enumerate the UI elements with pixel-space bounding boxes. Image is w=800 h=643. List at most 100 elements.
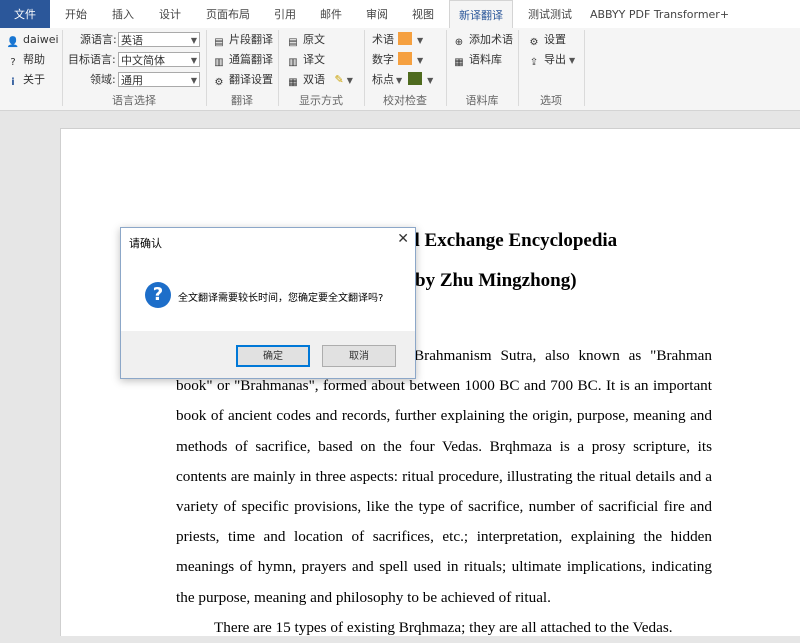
original-text-icon: ▤	[288, 37, 298, 48]
term-color-swatch	[398, 32, 412, 45]
full-translate-button[interactable]: ▥ 通篇翻译	[212, 52, 273, 68]
add-term-button[interactable]: ⊕ 添加术语	[452, 32, 513, 48]
chevron-down-icon: ▼	[427, 76, 434, 85]
group-label-language: 语言选择	[112, 94, 156, 107]
document-icon: ▤	[214, 37, 224, 48]
corpus-library-label: 语料库	[469, 53, 502, 66]
help-label: 帮助	[23, 53, 45, 66]
display-bilingual-button[interactable]: ▦ 双语 ✎ ▼	[286, 72, 353, 88]
chevron-down-icon: ▼	[190, 56, 197, 65]
tab-mailings[interactable]: 邮件	[311, 0, 351, 28]
confirm-dialog: 请确认 ✕ ? 全文翻译需要较长时间，您确定要全文翻译吗? 确定 取消	[120, 227, 416, 379]
group-label-display: 显示方式	[299, 94, 343, 107]
tab-page-layout[interactable]: 页面布局	[198, 0, 258, 28]
document-paragraph-2: There are 15 types of existing Brqhmaza;…	[214, 619, 673, 636]
domain-label: 领域:	[90, 73, 116, 86]
options-settings-button[interactable]: ⚙ 设置	[527, 32, 566, 48]
dialog-footer: 确定 取消	[121, 331, 415, 378]
source-language-select[interactable]: 英语 ▼	[118, 32, 200, 47]
tab-file[interactable]: 文件	[0, 0, 50, 28]
dialog-title: 请确认	[129, 237, 162, 250]
tab-test[interactable]: 测试测试	[520, 0, 580, 28]
number-label: 数字	[372, 53, 394, 66]
tab-insert[interactable]: 插入	[103, 0, 143, 28]
translate-settings-button[interactable]: ⚙ 翻译设置	[212, 72, 273, 88]
translate-settings-label: 翻译设置	[229, 73, 273, 86]
tab-xinyi-translate[interactable]: 新译翻译	[449, 0, 513, 29]
chevron-down-icon: ▼	[190, 36, 197, 45]
target-language-label: 目标语言:	[68, 53, 116, 66]
bilingual-icon: ▦	[288, 77, 298, 88]
punct-color-picker[interactable]: 标点 ▼ ▼	[372, 72, 433, 88]
add-term-icon: ⊕	[454, 37, 464, 48]
number-color-picker[interactable]: 数字 ▼	[372, 52, 423, 68]
display-bilingual-label: 双语	[303, 73, 325, 86]
tab-home[interactable]: 开始	[56, 0, 96, 28]
group-separator	[584, 30, 585, 106]
cancel-button[interactable]: 取消	[322, 345, 396, 367]
number-color-swatch	[398, 52, 412, 65]
user-name: daiwei	[23, 33, 59, 46]
about-label: 关于	[23, 73, 45, 86]
document-heading-2: by Zhu Mingzhong)	[415, 270, 577, 291]
target-language-value: 中文简体	[121, 54, 165, 67]
corpus-library-button[interactable]: ▦ 语料库	[452, 52, 502, 68]
display-original-button[interactable]: ▤ 原文	[286, 32, 325, 48]
segment-translate-label: 片段翻译	[229, 33, 273, 46]
gear-icon: ⚙	[214, 77, 224, 88]
target-language-select[interactable]: 中文简体 ▼	[118, 52, 200, 67]
user-icon: 👤	[6, 37, 20, 48]
options-settings-label: 设置	[544, 33, 566, 46]
document-icon: ▥	[214, 57, 224, 68]
tab-abbyy[interactable]: ABBYY PDF Transformer+	[587, 0, 732, 28]
tab-view[interactable]: 视图	[403, 0, 443, 28]
domain-select[interactable]: 通用 ▼	[118, 72, 200, 87]
chevron-down-icon: ▼	[396, 76, 403, 85]
help-item[interactable]: ? 帮助	[6, 52, 45, 68]
about-item[interactable]: i 关于	[6, 72, 45, 88]
punct-label: 标点	[372, 73, 394, 86]
translation-text-icon: ▥	[288, 57, 298, 68]
highlighter-icon[interactable]: ✎	[335, 73, 344, 86]
ok-button[interactable]: 确定	[236, 345, 310, 367]
full-translate-label: 通篇翻译	[229, 53, 273, 66]
gear-icon: ⚙	[529, 37, 539, 48]
chevron-down-icon[interactable]: ▼	[347, 76, 353, 85]
chevron-down-icon: ▼	[417, 56, 424, 65]
tab-references[interactable]: 引用	[265, 0, 305, 28]
document-paragraph-1: Brahmanism Sutra, also known as "Brahman…	[176, 347, 712, 606]
display-translation-button[interactable]: ▥ 译文	[286, 52, 325, 68]
help-icon: ?	[10, 57, 16, 68]
display-original-label: 原文	[303, 33, 325, 46]
add-term-label: 添加术语	[469, 33, 513, 46]
tab-review[interactable]: 审阅	[357, 0, 397, 28]
domain-value: 通用	[121, 74, 143, 87]
close-icon[interactable]: ✕	[397, 231, 409, 247]
group-label-options: 选项	[540, 94, 562, 107]
document-heading-1: al Exchange Encyclopedia	[405, 230, 618, 251]
group-label-proof: 校对检查	[383, 94, 427, 107]
export-icon: ⇪	[529, 57, 539, 68]
group-label-translate: 翻译	[231, 94, 253, 107]
source-language-label: 源语言:	[80, 33, 117, 46]
export-label: 导出	[544, 53, 566, 66]
user-item[interactable]: 👤 daiwei	[6, 32, 59, 48]
group-label-corpus: 语料库	[465, 94, 499, 107]
chevron-down-icon: ▼	[190, 76, 197, 85]
display-translation-label: 译文	[303, 53, 325, 66]
dialog-message: 全文翻译需要较长时间，您确定要全文翻译吗?	[178, 293, 384, 304]
segment-translate-button[interactable]: ▤ 片段翻译	[212, 32, 273, 48]
info-icon: i	[11, 77, 15, 88]
chevron-down-icon: ▼	[569, 56, 576, 65]
ribbon: 👤 daiwei ? 帮助 i 关于 源语言: 英语 ▼ 目标语言: 中文简体 ▼ 领域:…	[0, 28, 800, 111]
library-icon: ▦	[454, 57, 464, 68]
source-language-value: 英语	[121, 34, 143, 47]
ribbon-tab-bar: 文件 开始 插入 设计 页面布局 引用 邮件 审阅 视图 新译翻译 测试测试 A…	[0, 0, 800, 29]
term-label: 术语	[372, 33, 394, 46]
punct-color-swatch	[408, 72, 423, 85]
tab-design[interactable]: 设计	[150, 0, 190, 28]
term-color-picker[interactable]: 术语 ▼	[372, 32, 423, 48]
export-button[interactable]: ⇪ 导出 ▼	[527, 52, 575, 68]
question-icon: ?	[145, 282, 171, 308]
chevron-down-icon: ▼	[417, 36, 424, 45]
